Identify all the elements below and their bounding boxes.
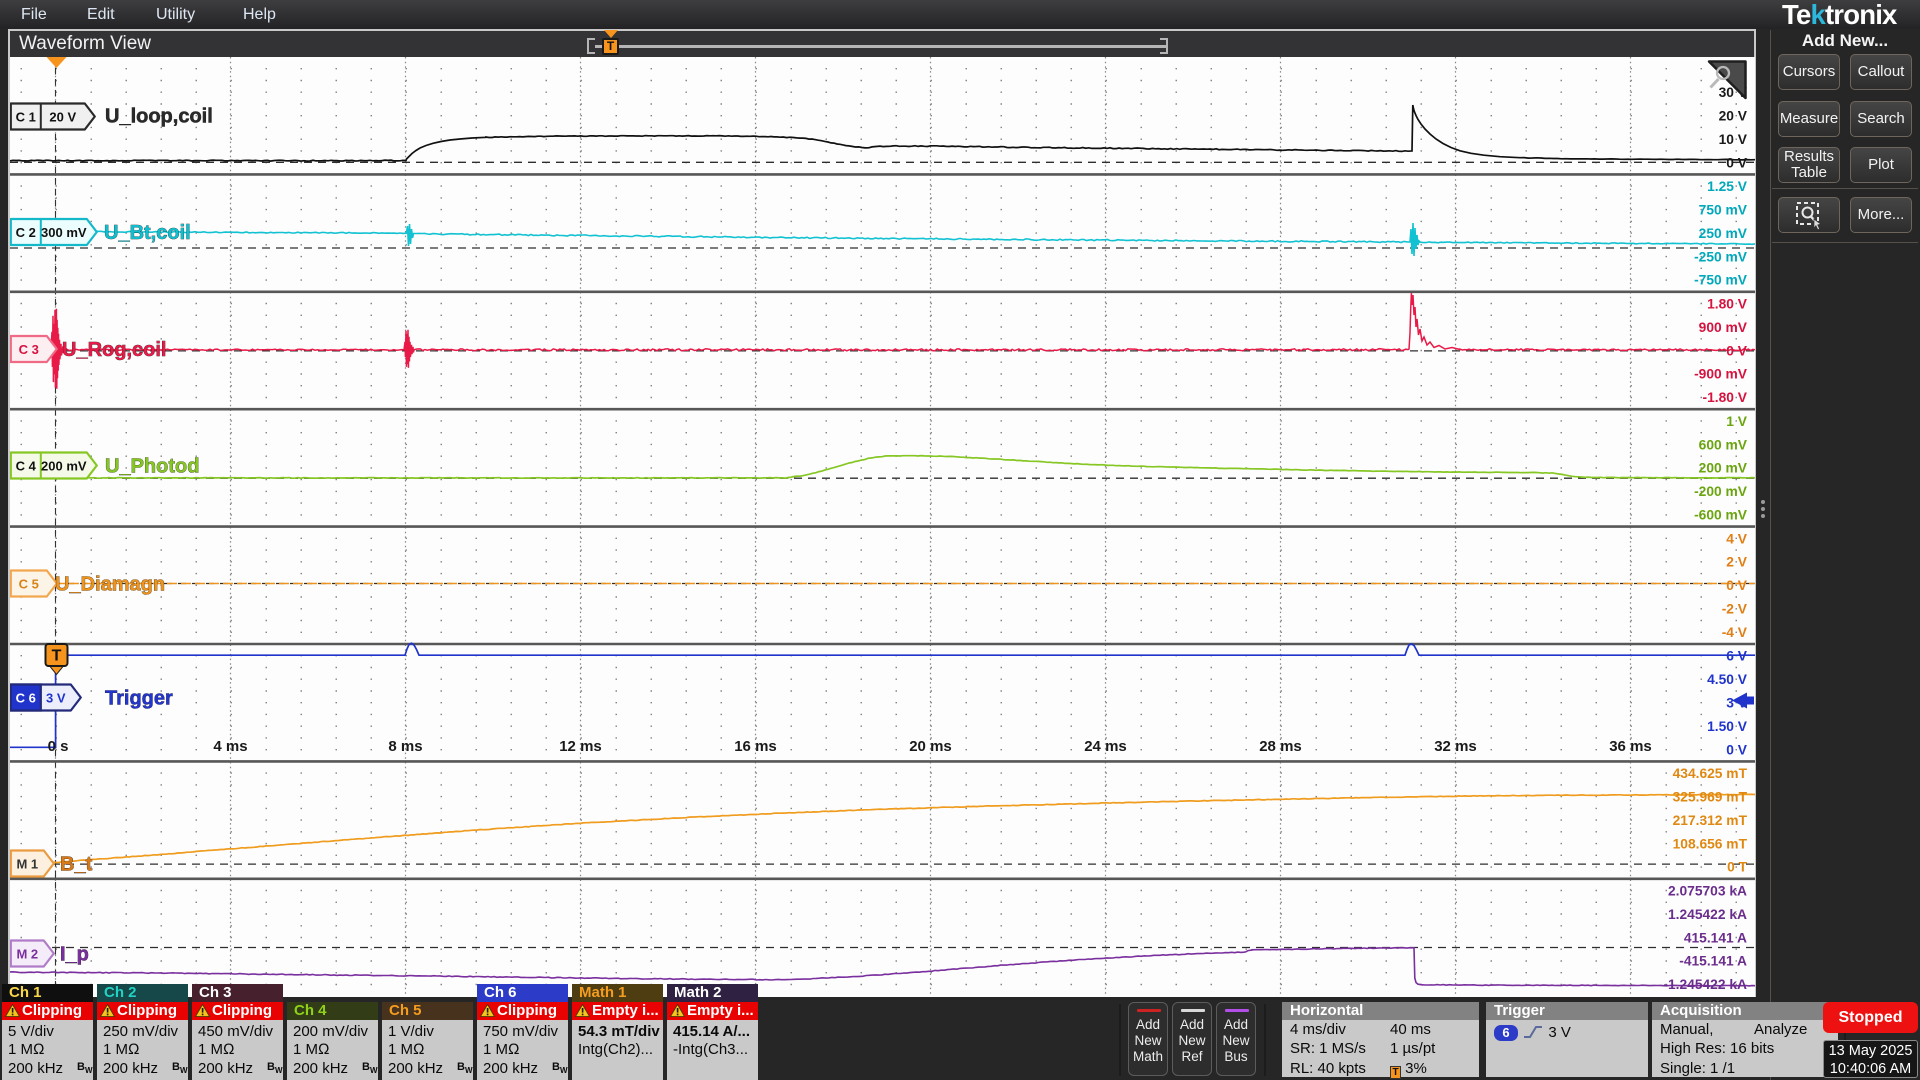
svg-text:T: T <box>52 648 62 665</box>
svg-text:32 ms: 32 ms <box>1434 738 1477 755</box>
svg-text:2.075703 kA: 2.075703 kA <box>1668 884 1747 899</box>
svg-text:12 ms: 12 ms <box>559 738 602 755</box>
svg-text:750 mV: 750 mV <box>1699 203 1748 218</box>
svg-text:0 V: 0 V <box>1726 343 1748 358</box>
svg-text:3 V: 3 V <box>46 691 66 706</box>
svg-text:1.25 V: 1.25 V <box>1707 179 1748 194</box>
svg-text:36 ms: 36 ms <box>1609 738 1652 755</box>
svg-text:C 2: C 2 <box>16 225 36 240</box>
svg-text:0 s: 0 s <box>48 738 69 755</box>
svg-text:1.80 V: 1.80 V <box>1707 297 1748 312</box>
svg-text:0 V: 0 V <box>1726 742 1748 757</box>
svg-text:M 2: M 2 <box>16 947 38 962</box>
svg-text:300 mV: 300 mV <box>41 225 87 240</box>
svg-text:-1.80 V: -1.80 V <box>1703 390 1748 405</box>
svg-text:28 ms: 28 ms <box>1259 738 1302 755</box>
svg-text:-200 mV: -200 mV <box>1694 484 1748 499</box>
svg-text:0 V: 0 V <box>1726 578 1748 593</box>
svg-text:U_Diamagn: U_Diamagn <box>55 574 165 596</box>
svg-text:U_Photod: U_Photod <box>105 456 199 478</box>
svg-text:108.656 mT: 108.656 mT <box>1673 836 1748 851</box>
svg-text:B_t: B_t <box>60 854 93 876</box>
svg-text:U_Bt,coil: U_Bt,coil <box>104 222 191 244</box>
svg-text:C 1: C 1 <box>16 110 36 125</box>
svg-text:4 V: 4 V <box>1726 531 1748 546</box>
svg-text:-2 V: -2 V <box>1722 602 1748 617</box>
svg-text:415.141 A: 415.141 A <box>1684 930 1747 945</box>
svg-text:0 T: 0 T <box>1727 860 1748 875</box>
svg-text:C 4: C 4 <box>16 459 37 474</box>
svg-text:2 V: 2 V <box>1726 555 1748 570</box>
svg-text:C 3: C 3 <box>19 342 39 357</box>
svg-text:250 mV: 250 mV <box>1699 226 1748 241</box>
svg-text:1 V: 1 V <box>1726 414 1748 429</box>
svg-text:900 mV: 900 mV <box>1699 320 1748 335</box>
svg-text:4 ms: 4 ms <box>213 738 247 755</box>
svg-text:-600 mV: -600 mV <box>1694 508 1748 523</box>
svg-text:20 V: 20 V <box>1719 109 1748 124</box>
svg-text:-1.245422 kA: -1.245422 kA <box>1663 977 1747 992</box>
svg-text:U_Rog,coil: U_Rog,coil <box>62 339 166 361</box>
svg-text:600 mV: 600 mV <box>1699 437 1748 452</box>
svg-text:1.245422 kA: 1.245422 kA <box>1668 907 1747 922</box>
svg-text:10 V: 10 V <box>1719 132 1748 147</box>
svg-text:I_p: I_p <box>60 944 89 966</box>
svg-text:24 ms: 24 ms <box>1084 738 1127 755</box>
svg-text:1.50 V: 1.50 V <box>1707 719 1748 734</box>
svg-text:-250 mV: -250 mV <box>1694 249 1748 264</box>
svg-text:217.312 mT: 217.312 mT <box>1673 813 1748 828</box>
svg-text:20 ms: 20 ms <box>909 738 952 755</box>
svg-text:200 mV: 200 mV <box>1699 461 1748 476</box>
svg-text:U_loop,coil: U_loop,coil <box>105 106 213 128</box>
svg-text:-415.141 A: -415.141 A <box>1679 954 1747 969</box>
svg-text:C 5: C 5 <box>19 577 39 592</box>
svg-text:0 V: 0 V <box>1726 155 1748 170</box>
svg-text:4.50 V: 4.50 V <box>1707 672 1748 687</box>
svg-text:M 1: M 1 <box>16 857 38 872</box>
svg-text:-4 V: -4 V <box>1722 625 1748 640</box>
svg-text:Trigger: Trigger <box>105 688 173 710</box>
svg-text:-900 mV: -900 mV <box>1694 367 1748 382</box>
svg-text:200 mV: 200 mV <box>41 459 87 474</box>
svg-text:434.625 mT: 434.625 mT <box>1673 766 1748 781</box>
svg-text:8 ms: 8 ms <box>388 738 422 755</box>
svg-text:6 V: 6 V <box>1726 649 1748 664</box>
svg-text:20 V: 20 V <box>49 110 76 125</box>
svg-text:16 ms: 16 ms <box>734 738 777 755</box>
svg-text:325.969 mT: 325.969 mT <box>1673 790 1748 805</box>
svg-text:C 6: C 6 <box>16 691 36 706</box>
svg-text:-750 mV: -750 mV <box>1694 273 1748 288</box>
